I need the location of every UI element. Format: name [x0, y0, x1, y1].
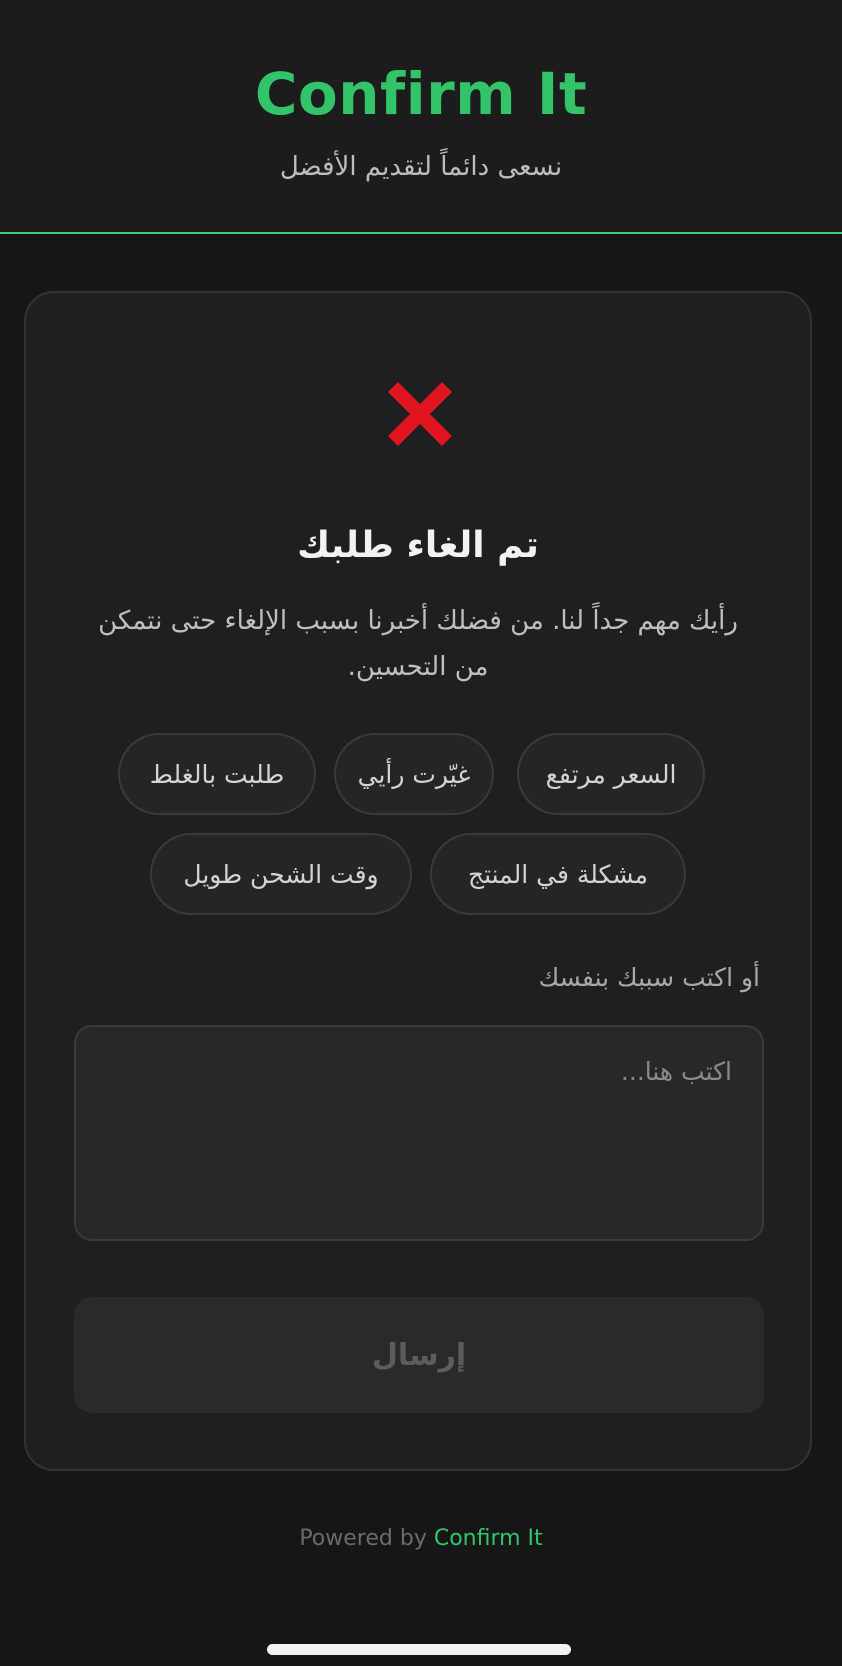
- header: Confirm It نسعى دائماً لتقديم الأفضل: [0, 0, 842, 234]
- reason-chip-product-problem[interactable]: مشكلة في المنتج: [430, 833, 686, 915]
- cancellation-card: تم الغاء طلبك رأيك مهم جداً لنا. من فضلك…: [24, 291, 812, 1471]
- description: رأيك مهم جداً لنا. من فضلك أخبرنا بسبب ا…: [98, 606, 738, 682]
- custom-reason-input[interactable]: [74, 1025, 764, 1241]
- cancel-x-icon: [388, 382, 452, 446]
- send-button[interactable]: إرسال: [74, 1297, 764, 1413]
- footer: Powered by Confirm It: [0, 1526, 842, 1551]
- footer-brand-link[interactable]: Confirm It: [434, 1526, 543, 1551]
- powered-by-text: Powered by: [299, 1526, 427, 1551]
- reason-chip-long-shipping[interactable]: وقت الشحن طويل: [150, 833, 412, 915]
- home-indicator: [267, 1644, 571, 1655]
- custom-reason-label: أو اكتب سببك بنفسك: [538, 963, 760, 992]
- reason-chip-ordered-by-mistake[interactable]: طلبت بالغلط: [118, 733, 316, 815]
- tagline: نسعى دائماً لتقديم الأفضل: [279, 152, 563, 182]
- brand-title: Confirm It: [254, 60, 588, 128]
- reason-chip-changed-mind[interactable]: غيّرت رأيي: [334, 733, 494, 815]
- reason-chip-price-high[interactable]: السعر مرتفع: [517, 733, 705, 815]
- page-title: تم الغاء طلبك: [297, 525, 539, 566]
